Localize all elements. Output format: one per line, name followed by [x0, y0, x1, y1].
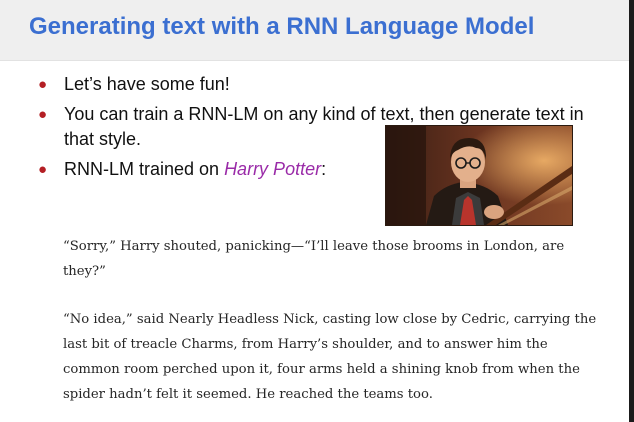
slide: Generating text with a RNN Language Mode…	[0, 0, 629, 422]
harry-potter-image	[385, 125, 573, 226]
bullet-marker-icon: ●	[38, 106, 48, 123]
generated-quote-2: “No idea,” said Nearly Headless Nick, ca…	[63, 312, 597, 402]
harry-potter-emphasis: Harry Potter	[224, 159, 322, 179]
slide-title: Generating text with a RNN Language Mode…	[29, 13, 535, 40]
generated-quote-1: “Sorry,” Harry shouted, panicking—“I’ll …	[63, 239, 565, 279]
bullet-text-prefix: RNN-LM trained on	[64, 159, 225, 179]
title-band: Generating text with a RNN Language Mode…	[0, 0, 629, 61]
bullet-text: Let’s have some fun!	[64, 74, 230, 94]
bullet-marker-icon: ●	[38, 161, 48, 178]
bullet-text-suffix: :	[321, 159, 327, 179]
bullet-item: ● Let’s have some fun!	[38, 72, 618, 97]
bullet-marker-icon: ●	[38, 76, 48, 93]
